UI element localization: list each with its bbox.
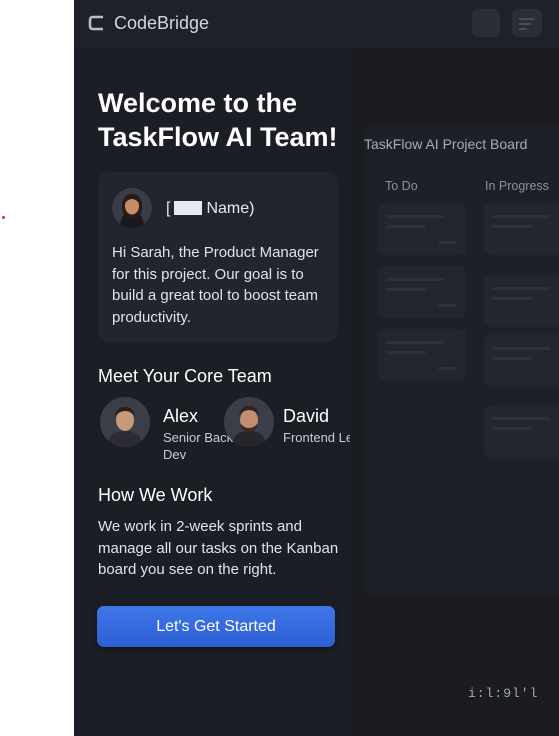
intro-message: Hi Sarah, the Product Manager for this p…: [112, 244, 319, 326]
alex-avatar: [100, 397, 150, 447]
menu-icon: [519, 18, 535, 20]
alex-name: Alex: [163, 406, 199, 426]
kanban-card[interactable]: [484, 405, 559, 457]
product-manager-name: [ Name): [166, 200, 254, 218]
column-in-progress: In Progress: [485, 179, 549, 193]
get-started-button[interactable]: Let's Get Started: [97, 606, 335, 647]
board-title: TaskFlow AI Project Board: [364, 136, 528, 152]
welcome-title: Welcome to the TaskFlow AI Team!: [98, 88, 338, 152]
board-panel: TaskFlow AI Project Board To Do In Progr…: [350, 48, 559, 736]
top-bar: CodeBridge: [74, 0, 559, 48]
app-window: CodeBridge Welcome to the TaskFlow AI Te…: [74, 0, 559, 736]
kanban-card[interactable]: [378, 203, 466, 255]
codebridge-logo-icon: [88, 15, 103, 31]
david-name: David: [283, 406, 330, 426]
intro-card: [ Name) Hi Sarah, the Product Manager for…: [98, 172, 338, 342]
footer-watermark: i:l:9l'l: [468, 686, 539, 701]
brand-name: CodeBridge: [114, 13, 210, 33]
name-prefix: [: [166, 200, 171, 217]
team-heading: Meet Your Core Team: [98, 366, 272, 386]
product-manager-avatar: [112, 188, 152, 228]
how-we-work-text: We work in 2-week sprints and manage all…: [98, 518, 339, 578]
kanban-card[interactable]: [484, 275, 559, 327]
kanban-card[interactable]: [378, 329, 466, 381]
david-avatar: [224, 397, 274, 447]
name-suffix: Name): [206, 200, 255, 217]
how-we-work-heading: How We Work: [98, 485, 213, 505]
column-todo: To Do: [385, 179, 418, 193]
menu-button[interactable]: [512, 9, 542, 37]
stray-dot: [2, 216, 5, 219]
top-action-button[interactable]: [472, 9, 500, 37]
kanban-card[interactable]: [484, 203, 559, 255]
kanban-card[interactable]: [378, 266, 466, 318]
redacted-name: [174, 201, 203, 215]
kanban-card[interactable]: [484, 335, 559, 387]
